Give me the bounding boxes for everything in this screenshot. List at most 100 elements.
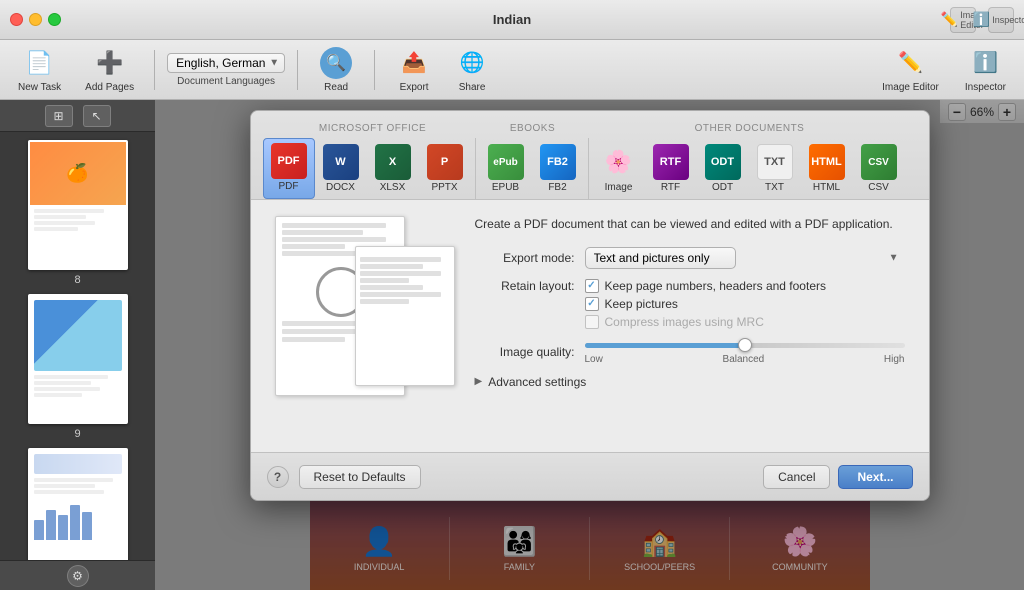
keep-page-numbers-checkbox[interactable] (585, 279, 599, 293)
page-thumb-8[interactable]: 🍊 8 (8, 140, 147, 286)
advanced-settings-arrow-icon: ▶ (475, 376, 483, 387)
csv-icon: CSV (861, 144, 897, 180)
format-btn-docx[interactable]: W DOCX (315, 140, 367, 199)
sidebar-settings-button[interactable]: ⚙ (67, 565, 89, 587)
modal-body: → (251, 200, 929, 452)
reset-defaults-button[interactable]: Reset to Defaults (299, 465, 421, 489)
inspector-button[interactable]: ℹ️ Inspector (988, 7, 1014, 33)
format-btn-fb2[interactable]: FB2 FB2 (532, 140, 584, 199)
toolbar: 📄 New Task ➕ Add Pages English, German ▼… (0, 40, 1024, 100)
minimize-button[interactable] (29, 13, 42, 26)
chart-bar (34, 520, 44, 540)
page-thumb-img-8: 🍊 (28, 140, 128, 270)
close-button[interactable] (10, 13, 23, 26)
advanced-settings-label: Advanced settings (488, 375, 586, 389)
thumb-line (34, 484, 96, 488)
export-mode-arrow-icon: ▼ (889, 252, 899, 263)
page-thumb-9[interactable]: 9 (8, 294, 147, 440)
preview-line (360, 264, 423, 269)
page-thumb-10[interactable]: 10 (8, 448, 147, 560)
preview-line (282, 244, 346, 249)
thumb-8-bottom (30, 205, 126, 268)
inspector-toolbar-button[interactable]: ℹ️ Inspector (957, 43, 1014, 97)
format-btn-odt[interactable]: ODT ODT (697, 140, 749, 199)
keep-pictures-checkbox[interactable] (585, 297, 599, 311)
html-label: HTML (813, 182, 840, 193)
thumb-line (34, 221, 96, 225)
compress-mrc-checkbox[interactable] (585, 315, 599, 329)
html-icon: HTML (809, 144, 845, 180)
epub-icon: ePub (488, 144, 524, 180)
sidebar: ⊞ ↖ 🍊 8 (0, 100, 155, 590)
doc-language-select[interactable]: English, German (167, 53, 285, 73)
format-btn-rtf[interactable]: RTF RTF (645, 140, 697, 199)
export-mode-label: Export mode: (475, 251, 575, 265)
modal-content: → (275, 216, 905, 436)
format-btn-html[interactable]: HTML HTML (801, 140, 853, 199)
modal-description: Create a PDF document that can be viewed… (475, 216, 905, 233)
format-sep-1 (475, 138, 476, 199)
fb2-label: FB2 (548, 182, 566, 193)
thumb-line (34, 227, 78, 231)
format-btn-pptx[interactable]: P PPTX (419, 140, 471, 199)
odt-label: ODT (712, 182, 733, 193)
slider-balanced-label: Balanced (723, 354, 765, 365)
toolbar-separator-1 (154, 50, 155, 90)
next-button[interactable]: Next... (838, 465, 912, 489)
export-mode-select[interactable]: Text and pictures only Text only Picture… (585, 247, 736, 269)
format-btn-pdf[interactable]: PDF PDF (263, 138, 315, 199)
image-quality-label: Image quality: (475, 345, 575, 359)
csv-label: CSV (868, 182, 889, 193)
format-btn-txt[interactable]: TXT TXT (749, 140, 801, 199)
share-button[interactable]: 🌐 Share (445, 43, 499, 97)
thumb-line (34, 209, 104, 213)
image-quality-slider-thumb[interactable] (738, 338, 752, 352)
odt-icon: ODT (705, 144, 741, 180)
slider-high-label: High (884, 354, 905, 365)
maximize-button[interactable] (48, 13, 61, 26)
modal-options: Create a PDF document that can be viewed… (475, 216, 905, 436)
retain-layout-options: Keep page numbers, headers and footers K… (585, 279, 826, 329)
thumb-line (34, 387, 100, 391)
new-task-button[interactable]: 📄 New Task (10, 43, 69, 97)
image-editor-toolbar-button[interactable]: ✏️ Image Editor (874, 43, 947, 97)
thumb-8-inner: 🍊 (30, 142, 126, 268)
preview-doc2-lines (360, 257, 450, 304)
keep-pictures-row: Keep pictures (585, 297, 826, 311)
toolbar-right: ✏️ Image Editor ℹ️ Inspector (874, 43, 1014, 97)
new-task-icon: 📄 (24, 47, 56, 79)
format-sep-2 (588, 138, 589, 199)
image-label: Image (605, 182, 633, 193)
image-editor-icon: ✏️ (941, 11, 958, 28)
compress-mrc-label: Compress images using MRC (605, 315, 764, 329)
read-icon: 🔍 (320, 47, 352, 79)
sidebar-cursor-button[interactable]: ↖ (83, 105, 111, 127)
add-pages-icon: ➕ (94, 47, 126, 79)
cancel-button[interactable]: Cancel (763, 465, 830, 489)
pdf-icon: PDF (271, 143, 307, 179)
export-button[interactable]: 📤 Export (387, 43, 441, 97)
main-area: ⊞ ↖ 🍊 8 (0, 100, 1024, 590)
retain-layout-label: Retain layout: (475, 279, 575, 293)
thumb-9-text (34, 375, 122, 397)
format-tabs-headers: MICROSOFT OFFICE EBOOKS OTHER DOCUMENTS (263, 119, 917, 134)
preview-doc-output (355, 246, 455, 386)
thumb-line (34, 490, 104, 494)
retain-layout-row: Retain layout: Keep page numbers, header… (475, 279, 905, 329)
sidebar-grid-view-button[interactable]: ⊞ (45, 105, 73, 127)
ebooks-header: EBOOKS (483, 119, 583, 134)
format-btn-csv[interactable]: CSV CSV (853, 140, 905, 199)
format-btn-xlsx[interactable]: X XLSX (367, 140, 419, 199)
format-btn-epub[interactable]: ePub EPUB (480, 140, 532, 199)
pdf-label: PDF (279, 181, 299, 192)
format-btn-image[interactable]: 🌸 Image (593, 140, 645, 199)
image-quality-slider-track (585, 343, 905, 348)
add-pages-button[interactable]: ➕ Add Pages (77, 43, 142, 97)
sidebar-toolbar: ⊞ ↖ (0, 100, 155, 132)
ms-office-header: MICROSOFT OFFICE (263, 119, 483, 134)
advanced-settings-row[interactable]: ▶ Advanced settings (475, 375, 905, 389)
read-button[interactable]: 🔍 Read (310, 43, 362, 97)
help-button[interactable]: ? (267, 466, 289, 488)
rtf-label: RTF (661, 182, 680, 193)
modal-footer: ? Reset to Defaults Cancel Next... (251, 452, 929, 500)
